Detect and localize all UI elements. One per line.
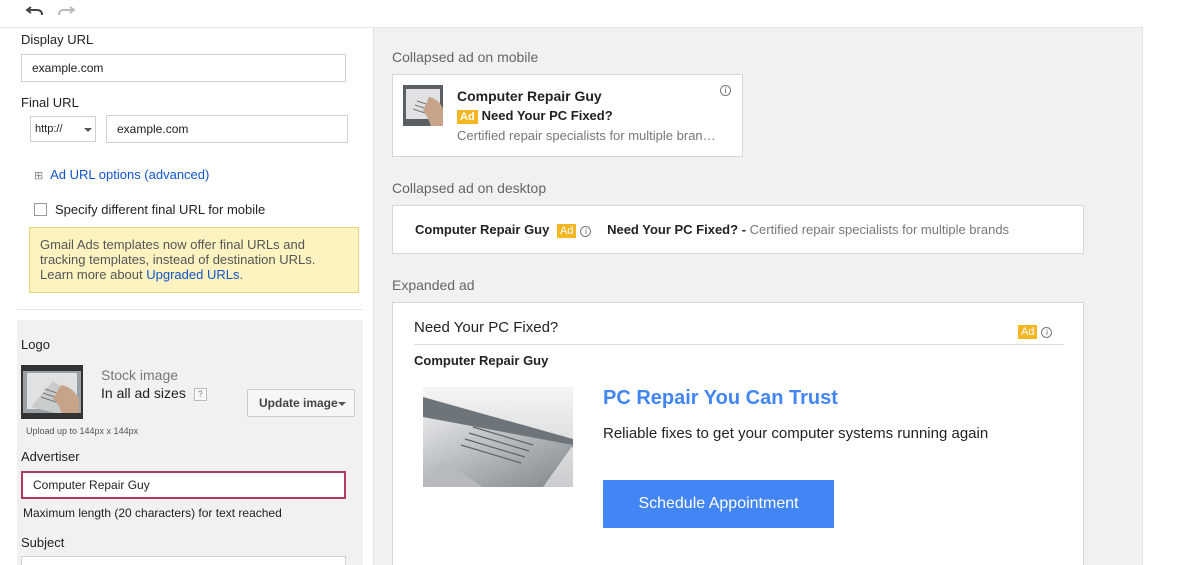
expanded-ad-card: Need Your PC Fixed? Ad i Computer Repair … <box>392 302 1084 565</box>
expanded-ad-subject: Need Your PC Fixed? <box>414 319 559 336</box>
upgraded-urls-link[interactable]: Upgraded URLs <box>146 267 239 282</box>
display-url-field[interactable]: example.com <box>21 54 346 82</box>
mobile-ad-subject: Need Your PC Fixed? <box>481 108 613 123</box>
expand-icon: ⊞ <box>34 170 44 182</box>
desktop-ad-card[interactable]: Computer Repair Guy Ad i Need Your PC Fix… <box>392 205 1084 254</box>
mobile-ad-logo <box>403 85 443 126</box>
info-icon[interactable]: i <box>720 85 731 96</box>
ad-form-panel: Display URL example.com Final URL http:/… <box>0 28 372 565</box>
logo-advertiser-section: Logo Stock image In all ad sizes ? Updat… <box>17 320 363 565</box>
protocol-value: http:// <box>35 123 63 135</box>
upload-hint: Upload up to 144px x 144px <box>26 426 139 436</box>
desktop-ad-advertiser: Computer Repair Guy <box>415 222 550 237</box>
ad-badge: Ad <box>457 110 478 124</box>
schedule-appointment-button[interactable]: Schedule Appointment <box>603 480 834 528</box>
undo-icon[interactable] <box>25 4 46 20</box>
laptop-image <box>423 387 573 487</box>
toolbar <box>0 0 1143 28</box>
protocol-select[interactable]: http:// <box>30 116 96 142</box>
expanded-ad-advertiser: Computer Repair Guy <box>414 353 549 368</box>
mobile-preview-title: Collapsed ad on mobile <box>392 49 539 65</box>
subject-field[interactable] <box>21 556 346 565</box>
upgraded-urls-notice: Gmail Ads templates now offer final URLs… <box>29 227 359 293</box>
update-image-button[interactable]: Update image <box>247 389 355 417</box>
ad-sizes-label: In all ad sizes <box>101 385 186 401</box>
redo-icon[interactable] <box>57 4 77 20</box>
ad-badge: Ad <box>1018 325 1038 339</box>
info-icon[interactable]: i <box>1041 327 1053 338</box>
mobile-ad-description: Certified repair specialists for multipl… <box>457 128 716 143</box>
final-url-label: Final URL <box>21 95 79 110</box>
advertiser-length-error: Maximum length (20 characters) for text … <box>23 506 282 520</box>
expanded-preview-title: Expanded ad <box>392 277 475 293</box>
ad-sizes-row: In all ad sizes ? <box>101 385 207 401</box>
mobile-ad-subject-row: Ad Need Your PC Fixed? <box>457 108 613 124</box>
chevron-down-icon <box>338 402 346 406</box>
divider <box>414 344 1064 345</box>
logo-label: Logo <box>21 337 50 352</box>
chevron-down-icon <box>84 128 92 132</box>
expanded-ad-headline: PC Repair You Can Trust <box>603 387 838 409</box>
advertiser-label: Advertiser <box>21 449 80 464</box>
mobile-ad-card[interactable]: Computer Repair Guy i Ad Need Your PC Fix… <box>392 74 743 157</box>
divider <box>17 309 363 310</box>
final-url-field[interactable]: example.com <box>106 115 348 143</box>
expanded-ad-badge-row: Ad i <box>1018 322 1053 340</box>
desktop-ad-separator: - <box>741 222 747 237</box>
help-icon[interactable]: ? <box>193 388 207 401</box>
expanded-ad-body: Reliable fixes to get your computer syst… <box>603 425 989 442</box>
stock-image-label: Stock image <box>101 367 179 383</box>
display-url-label: Display URL <box>21 32 94 47</box>
subject-label: Subject <box>21 535 65 550</box>
desktop-ad-row: Computer Repair Guy Ad i Need Your PC Fix… <box>415 222 1009 238</box>
ad-url-options-toggle[interactable]: ⊞ Ad URL options (advanced) <box>34 167 209 182</box>
ad-url-options-link[interactable]: Ad URL options (advanced) <box>50 167 209 182</box>
update-image-label: Update image <box>259 396 338 410</box>
desktop-ad-subject: Need Your PC Fixed? <box>607 222 739 237</box>
mobile-url-checkbox-label: Specify different final URL for mobile <box>55 202 266 217</box>
mobile-ad-advertiser: Computer Repair Guy <box>457 88 602 104</box>
ad-badge: Ad <box>556 224 577 238</box>
desktop-ad-description: Certified repair specialists for multipl… <box>749 222 1010 237</box>
ad-editor: Display URL example.com Final URL http:/… <box>0 0 1203 565</box>
info-icon[interactable]: i <box>580 226 592 237</box>
ad-preview-panel: Collapsed ad on mobile Computer Repair G… <box>373 28 1143 565</box>
mobile-url-checkbox[interactable] <box>34 203 47 216</box>
logo-thumbnail <box>21 365 83 419</box>
notice-end: . <box>239 267 244 282</box>
desktop-preview-title: Collapsed ad on desktop <box>392 180 547 196</box>
advertiser-field[interactable]: Computer Repair Guy <box>21 471 346 499</box>
